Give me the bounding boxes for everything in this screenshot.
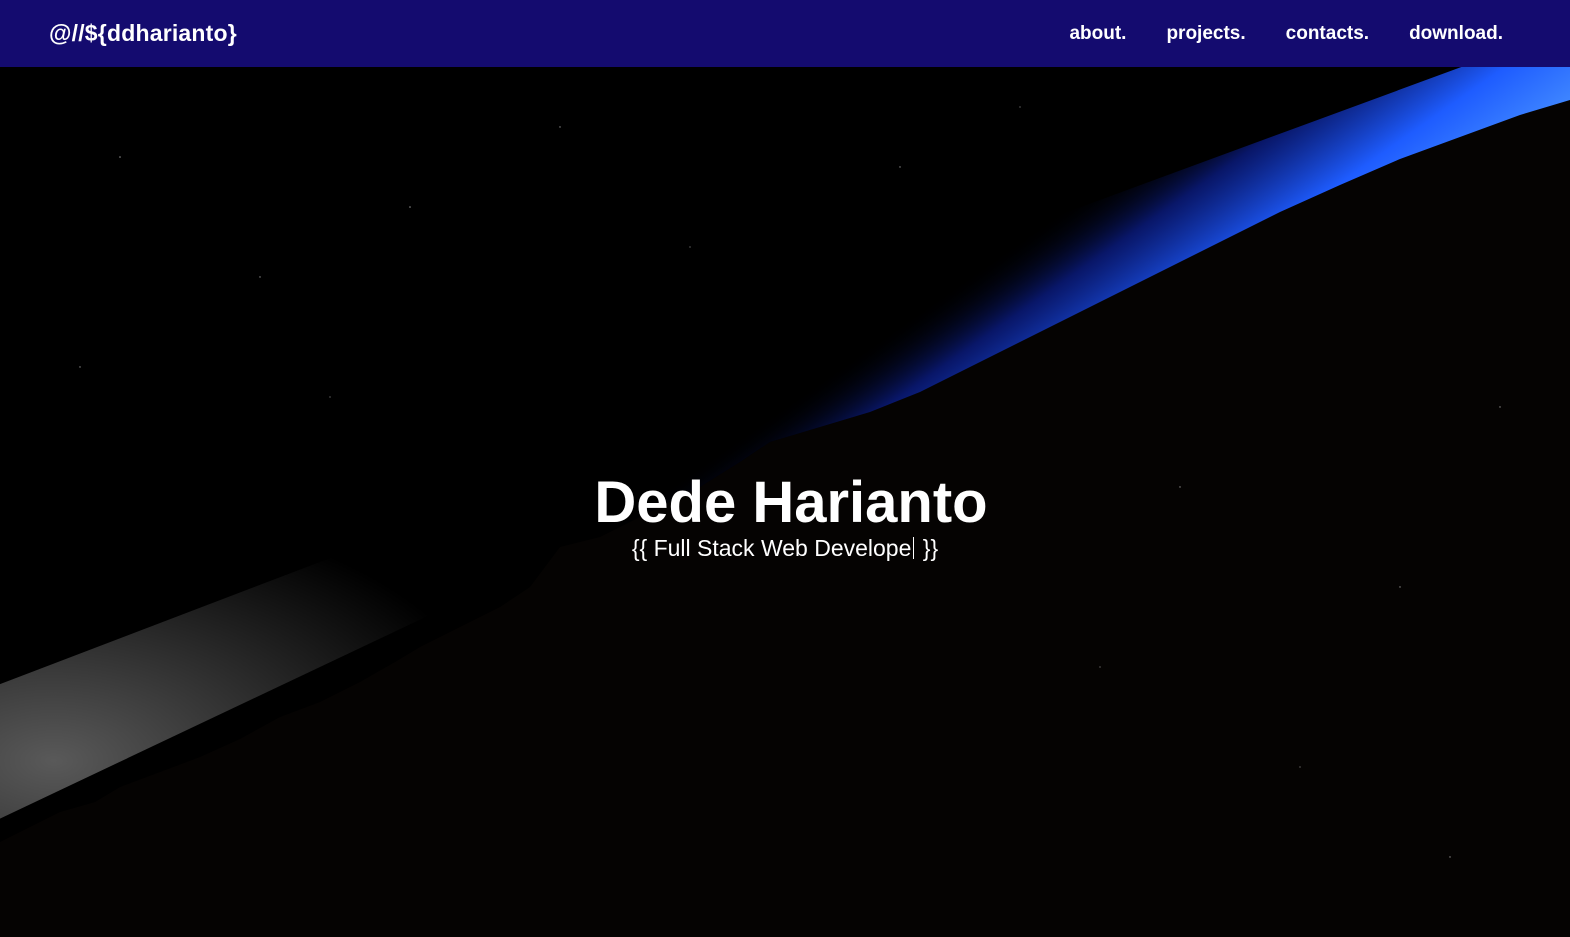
nav-link-download[interactable]: download. bbox=[1409, 23, 1503, 45]
site-logo-link[interactable]: @//${ddharianto} bbox=[49, 20, 237, 47]
hero-role-typed-text: {{ Full Stack Web Develope bbox=[631, 535, 912, 561]
top-navbar: @//${ddharianto} about. projects. contac… bbox=[0, 0, 1570, 67]
hero-text-block: Dede Harianto {{ Full Stack Web Develope… bbox=[0, 470, 1570, 563]
nav-menu: about. projects. contacts. download. bbox=[1069, 23, 1503, 45]
nav-link-projects[interactable]: projects. bbox=[1166, 23, 1245, 45]
hero-name-heading: Dede Harianto bbox=[594, 470, 988, 535]
hero-role-line: {{ Full Stack Web Develope }} bbox=[0, 533, 1570, 563]
nav-link-contacts[interactable]: contacts. bbox=[1286, 23, 1369, 45]
typing-cursor bbox=[913, 537, 915, 559]
hero-section: Dede Harianto {{ Full Stack Web Develope… bbox=[0, 67, 1570, 937]
nav-link-about[interactable]: about. bbox=[1069, 23, 1126, 45]
hero-role-closing-braces: }} bbox=[916, 535, 939, 561]
